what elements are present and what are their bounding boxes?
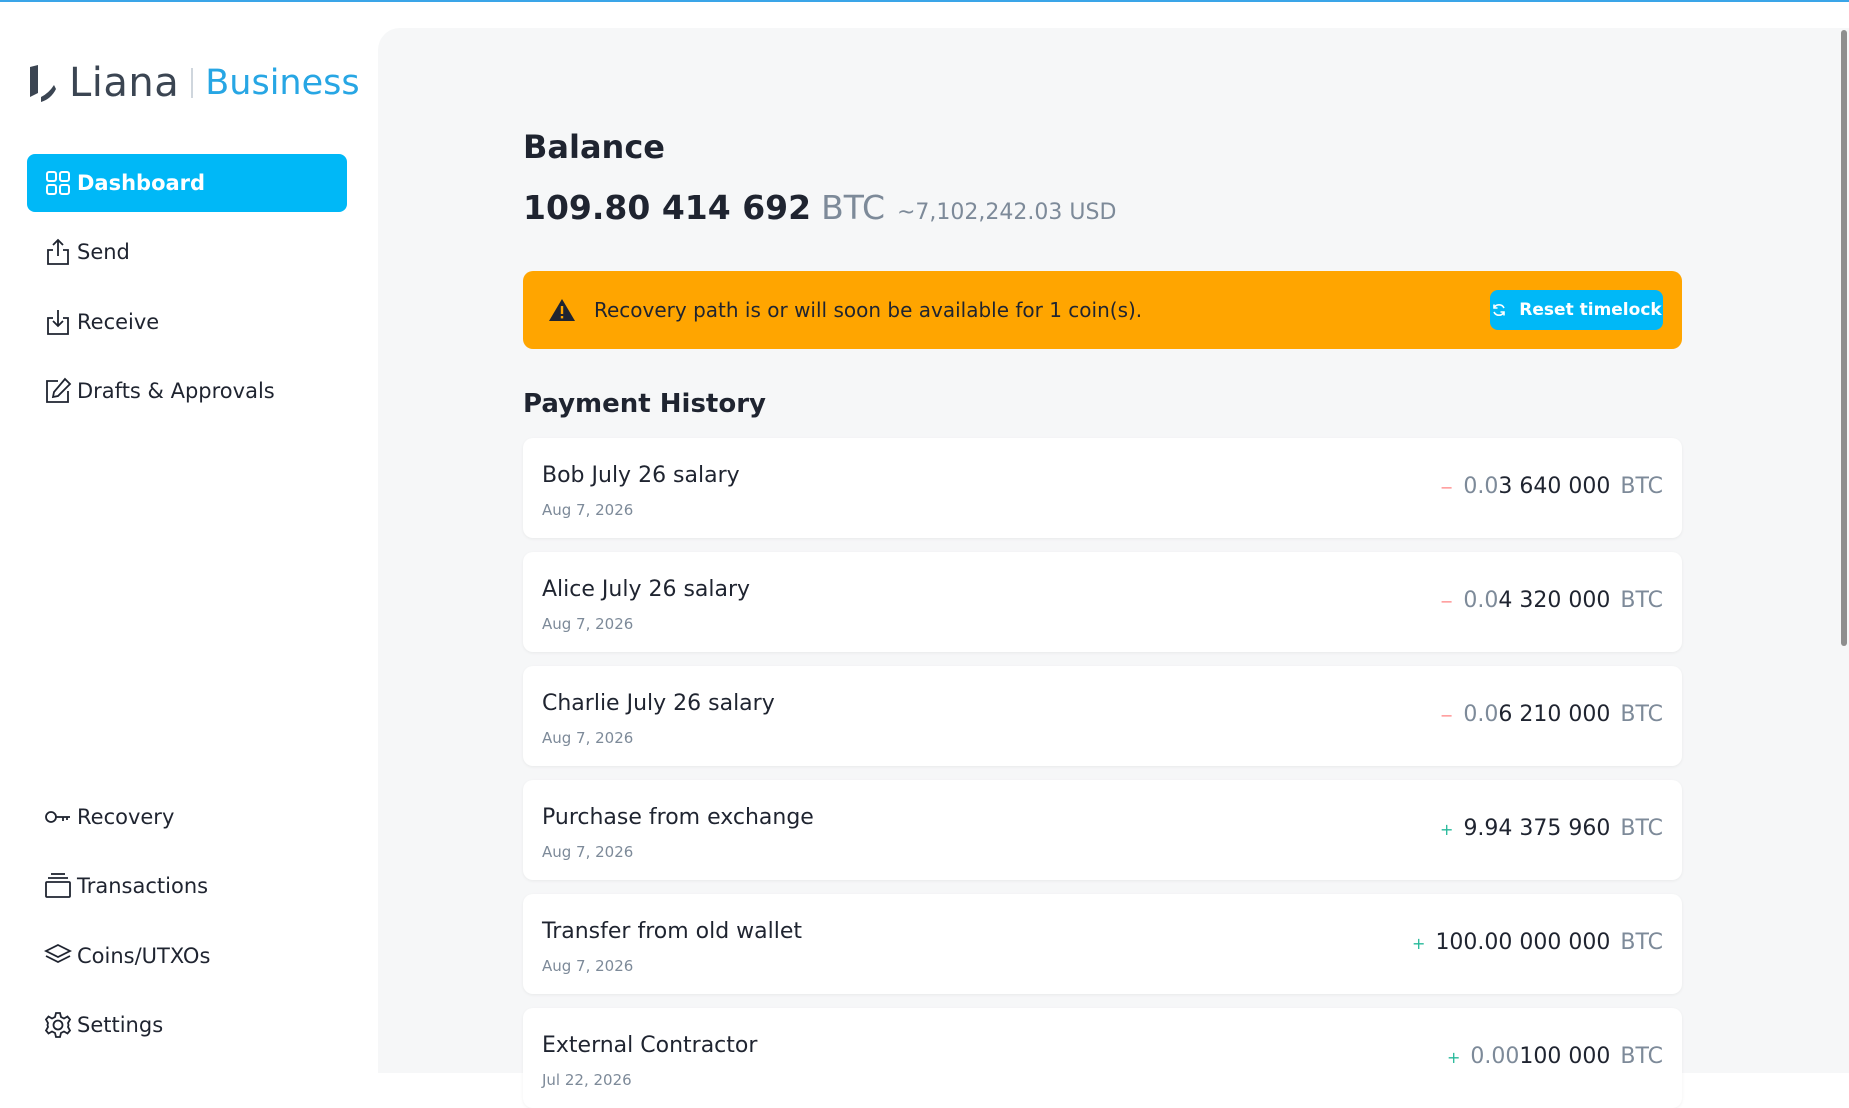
amount-leading-digits: 0.0: [1463, 702, 1499, 727]
amount-unit: BTC: [1620, 588, 1663, 613]
amount-sign: −: [1440, 478, 1454, 497]
transaction-amount: +0.00 100 000 BTC: [1447, 1044, 1663, 1069]
transaction-label: Transfer from old wallet: [542, 919, 803, 944]
send-icon: [43, 237, 73, 267]
amount-significant-digits: 3 640 000: [1498, 474, 1611, 499]
sidebar-item-coins-utxos[interactable]: Coins/UTXOs: [27, 927, 347, 985]
transaction-date: Aug 7, 2026: [542, 615, 634, 633]
balance-title: Balance: [523, 128, 665, 166]
alert-message: Recovery path is or will soon be availab…: [594, 298, 1143, 322]
amount-significant-digits: 100 000: [1519, 1044, 1611, 1069]
transaction-row[interactable]: External Contractor Jul 22, 2026 +0.00 100…: [523, 1008, 1682, 1108]
logo-separator: [191, 68, 194, 98]
sidebar-item-send[interactable]: Send: [27, 223, 347, 281]
sidebar-item-receive[interactable]: Receive: [27, 293, 347, 351]
transaction-amount: −0.0 4 320 000 BTC: [1440, 588, 1663, 613]
transaction-date: Aug 7, 2026: [542, 843, 634, 861]
payment-history-title: Payment History: [523, 389, 766, 419]
recovery-alert-banner: Recovery path is or will soon be availab…: [523, 271, 1682, 349]
gear-icon: [43, 1010, 73, 1040]
transaction-label: Purchase from exchange: [542, 805, 814, 830]
amount-sign: +: [1447, 1048, 1461, 1067]
warning-icon: [549, 299, 575, 321]
receive-icon: [43, 307, 73, 337]
scrollbar-thumb[interactable]: [1841, 30, 1847, 646]
balance-usd: ~7,102,242.03 USD: [897, 200, 1117, 225]
amount-unit: BTC: [1620, 1044, 1663, 1069]
sidebar-item-label: Coins/UTXOs: [77, 944, 211, 968]
sidebar: Liana Business Dashboard Send Receive Dr…: [0, 2, 376, 1073]
stack-icon: [43, 871, 73, 901]
sidebar-item-label: Recovery: [77, 805, 175, 829]
sidebar-item-recovery[interactable]: Recovery: [27, 788, 347, 846]
liana-logo-icon: [30, 65, 56, 102]
logo-name: Liana: [69, 60, 180, 106]
transaction-date: Aug 7, 2026: [542, 957, 634, 975]
amount-leading-digits: 0.0: [1463, 474, 1499, 499]
transaction-row[interactable]: Bob July 26 salary Aug 7, 2026 −0.0 3 640 0…: [523, 438, 1682, 538]
balance-unit: BTC: [821, 188, 885, 227]
key-icon: [43, 802, 73, 832]
transaction-date: Jul 22, 2026: [542, 1071, 632, 1089]
amount-unit: BTC: [1620, 816, 1663, 841]
amount-unit: BTC: [1620, 474, 1663, 499]
scrollbar[interactable]: [1839, 28, 1849, 1073]
amount-leading-digits: 0.0: [1463, 588, 1499, 613]
amount-sign: +: [1440, 820, 1454, 839]
amount-sign: +: [1412, 934, 1426, 953]
amount-unit: BTC: [1620, 702, 1663, 727]
sidebar-item-dashboard[interactable]: Dashboard: [27, 154, 347, 212]
sidebar-item-label: Send: [77, 240, 130, 264]
edit-icon: [43, 376, 73, 406]
transaction-row[interactable]: Purchase from exchange Aug 7, 2026 +9.94 3…: [523, 780, 1682, 880]
balance-row: 109.80 414 692 BTC ~7,102,242.03 USD: [523, 188, 1116, 227]
sidebar-item-label: Dashboard: [77, 171, 206, 195]
amount-significant-digits: 9.94 375 960: [1463, 816, 1611, 841]
transaction-row[interactable]: Alice July 26 salary Aug 7, 2026 −0.0 4 320…: [523, 552, 1682, 652]
transaction-row[interactable]: Charlie July 26 salary Aug 7, 2026 −0.0 6 2…: [523, 666, 1682, 766]
sidebar-item-label: Settings: [77, 1013, 164, 1037]
balance-amount: 109.80 414 692: [523, 188, 812, 227]
transaction-amount: +9.94 375 960 BTC: [1440, 816, 1663, 841]
transaction-date: Aug 7, 2026: [542, 501, 634, 519]
app-logo: Liana Business: [27, 58, 360, 108]
amount-significant-digits: 100.00 000 000: [1435, 930, 1611, 955]
logo-subtitle: Business: [205, 63, 360, 103]
sidebar-item-label: Transactions: [77, 874, 209, 898]
dashboard-icon: [43, 168, 73, 198]
main-panel: Balance 109.80 414 692 BTC ~7,102,242.03…: [378, 28, 1849, 1108]
transaction-amount: −0.0 3 640 000 BTC: [1440, 474, 1663, 499]
amount-leading-digits: 0.00: [1470, 1044, 1520, 1069]
transaction-amount: +100.00 000 000 BTC: [1412, 930, 1663, 955]
sidebar-item-drafts-approvals[interactable]: Drafts & Approvals: [27, 362, 347, 420]
refresh-icon: [1493, 304, 1506, 316]
reset-timelock-button[interactable]: Reset timelock: [1490, 290, 1663, 330]
amount-significant-digits: 4 320 000: [1498, 588, 1611, 613]
sidebar-item-settings[interactable]: Settings: [27, 996, 347, 1054]
transaction-row[interactable]: Transfer from old wallet Aug 7, 2026 +100.…: [523, 894, 1682, 994]
transaction-label: Charlie July 26 salary: [542, 691, 775, 716]
transaction-amount: −0.0 6 210 000 BTC: [1440, 702, 1663, 727]
reset-timelock-label: Reset timelock: [1519, 300, 1662, 320]
layers-icon: [43, 941, 73, 971]
transaction-label: External Contractor: [542, 1033, 758, 1058]
amount-unit: BTC: [1620, 930, 1663, 955]
amount-significant-digits: 6 210 000: [1498, 702, 1611, 727]
transaction-label: Alice July 26 salary: [542, 577, 751, 602]
sidebar-item-label: Receive: [77, 310, 160, 334]
sidebar-item-transactions[interactable]: Transactions: [27, 857, 347, 915]
transaction-label: Bob July 26 salary: [542, 463, 740, 488]
amount-sign: −: [1440, 592, 1454, 611]
transaction-date: Aug 7, 2026: [542, 729, 634, 747]
sidebar-item-label: Drafts & Approvals: [77, 379, 275, 403]
amount-sign: −: [1440, 706, 1454, 725]
